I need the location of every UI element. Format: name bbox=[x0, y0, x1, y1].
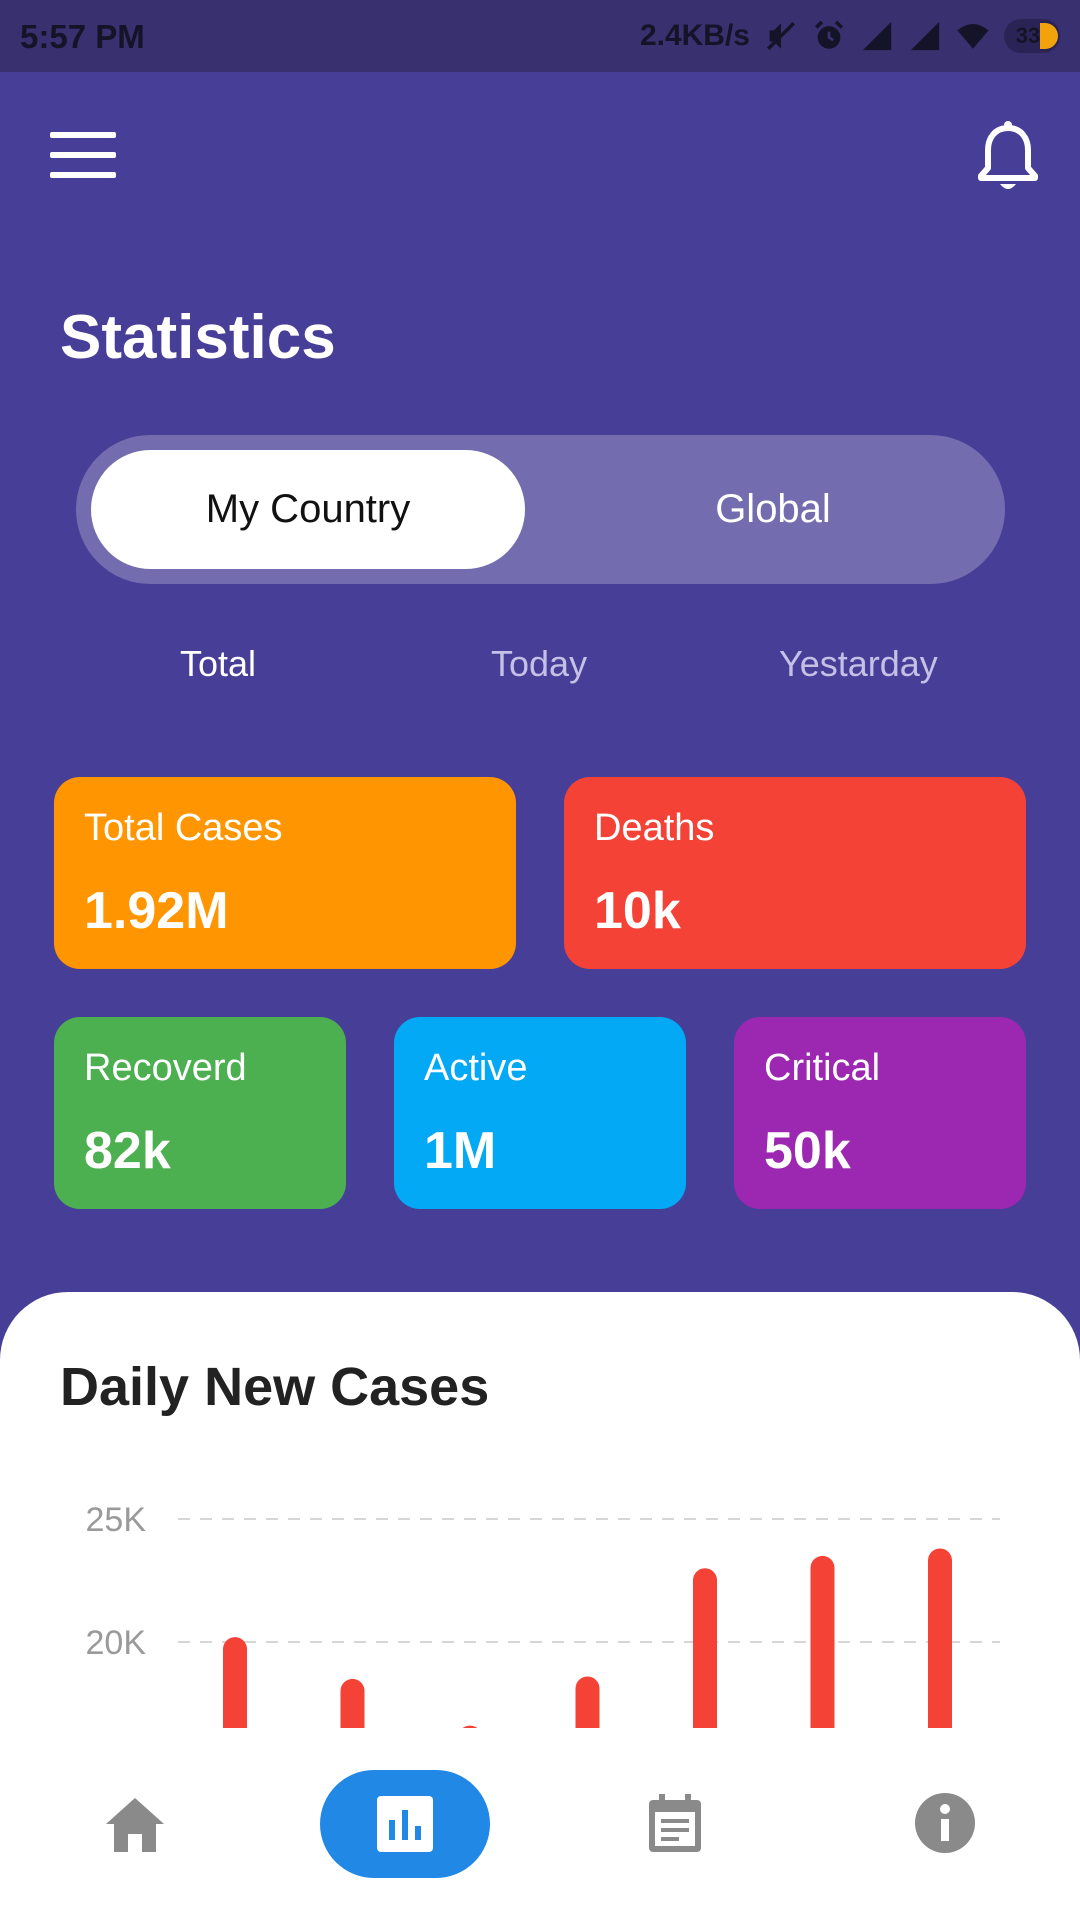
hamburger-menu-icon[interactable] bbox=[50, 132, 116, 178]
alarm-icon bbox=[814, 20, 844, 49]
toggle-global[interactable]: Global bbox=[556, 450, 990, 569]
scope-toggle: My Country Global bbox=[76, 435, 1005, 584]
bell-icon[interactable] bbox=[975, 120, 1041, 196]
battery-icon: 33 bbox=[1004, 19, 1060, 53]
status-icons: 2.4KB/s 33 bbox=[640, 14, 1060, 58]
tab-yesterday[interactable]: Yestarday bbox=[779, 643, 938, 685]
active-label: Active bbox=[424, 1047, 528, 1089]
deaths-label: Deaths bbox=[594, 807, 715, 849]
bottom-nav: const data = JSON.parse(document.getElem… bbox=[0, 1728, 1080, 1920]
signal-icon bbox=[862, 21, 892, 51]
recovered-card: Recoverd 82k bbox=[54, 1017, 346, 1209]
nav-home[interactable] bbox=[100, 1790, 170, 1860]
chart-bar bbox=[340, 1678, 365, 1728]
chart-bar bbox=[693, 1568, 717, 1728]
y-tick-label: 20K bbox=[86, 1624, 147, 1662]
critical-value: 50k bbox=[764, 1122, 851, 1180]
recovered-label: Recoverd bbox=[84, 1047, 247, 1089]
total-cases-card: Total Cases 1.92M bbox=[54, 777, 516, 969]
chart-bar bbox=[575, 1676, 600, 1728]
tab-today[interactable]: Today bbox=[491, 643, 587, 685]
y-tick-label: 25K bbox=[86, 1501, 147, 1539]
nav-calendar[interactable] bbox=[640, 1788, 710, 1858]
total-cases-value: 1.92M bbox=[84, 882, 229, 940]
status-bar: 5:57 PM 2.4KB/s 33 bbox=[0, 0, 1080, 72]
deaths-card: Deaths 10k bbox=[564, 777, 1026, 969]
mute-icon bbox=[766, 21, 796, 51]
info-icon bbox=[915, 1793, 975, 1853]
chart-bar bbox=[223, 1637, 247, 1728]
daily-cases-chart: 25K 20K bbox=[86, 1501, 1000, 1728]
page-title: Statistics bbox=[60, 303, 336, 372]
critical-card: Critical 50k bbox=[734, 1017, 1026, 1209]
chart-bar bbox=[928, 1548, 952, 1728]
tab-total[interactable]: Total bbox=[180, 643, 256, 685]
active-value: 1M bbox=[424, 1122, 497, 1180]
chart-bar bbox=[810, 1555, 835, 1728]
deaths-value: 10k bbox=[594, 882, 681, 940]
wifi-icon bbox=[957, 23, 989, 49]
network-speed: 2.4KB/s bbox=[639, 19, 750, 52]
status-time: 5:57 PM bbox=[20, 18, 145, 55]
calendar-icon bbox=[649, 1794, 701, 1852]
nav-stats[interactable] bbox=[320, 1770, 490, 1878]
critical-label: Critical bbox=[764, 1047, 881, 1089]
home-icon bbox=[106, 1798, 164, 1852]
signal-icon bbox=[910, 21, 940, 51]
nav-info[interactable] bbox=[910, 1788, 980, 1858]
chart-title: Daily New Cases bbox=[60, 1357, 490, 1417]
bar-chart-icon bbox=[377, 1796, 433, 1852]
battery-level: 33 bbox=[1015, 23, 1041, 48]
active-card: Active 1M bbox=[394, 1017, 686, 1209]
total-cases-label: Total Cases bbox=[84, 807, 283, 849]
recovered-value: 82k bbox=[84, 1122, 171, 1180]
toggle-my-country[interactable]: My Country bbox=[91, 450, 525, 569]
